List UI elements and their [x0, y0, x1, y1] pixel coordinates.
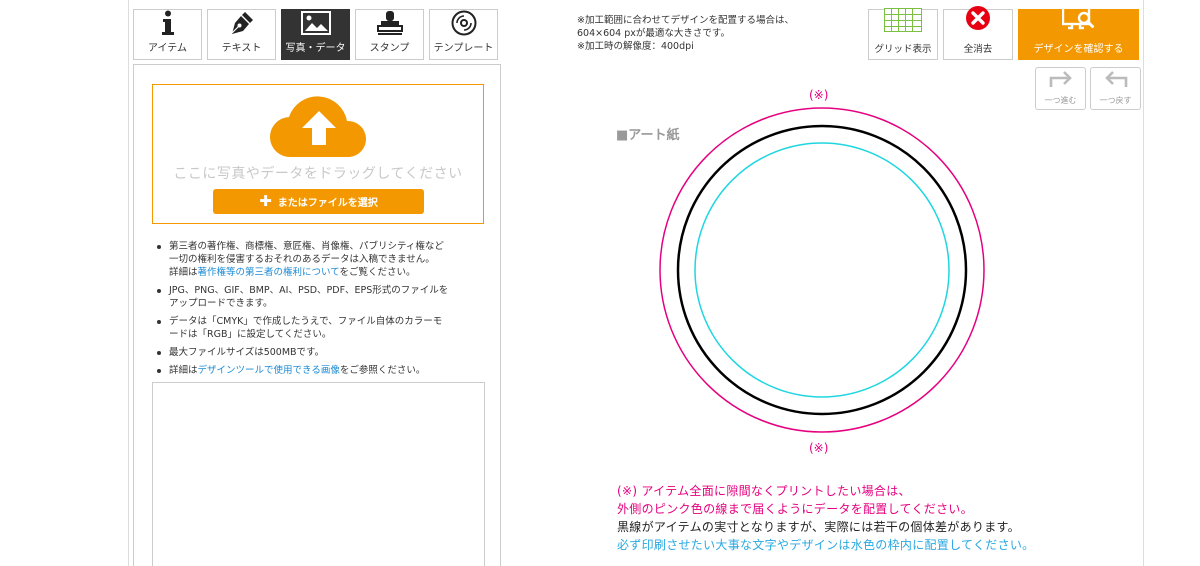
redo-icon — [1048, 68, 1074, 92]
usable-images-link[interactable]: デザインツールで使用できる画像 — [198, 365, 340, 376]
grid-icon — [884, 8, 922, 36]
confirm-design-button[interactable]: デザインを確認する — [1018, 4, 1139, 60]
note-copyright: 第三者の著作権、商標権、意匠権、肖像権、パブリシティ権など 一切の権利を侵害する… — [152, 240, 487, 279]
tab-stamp[interactable]: スタンプ — [355, 9, 424, 60]
upload-panel: ここに写真やデータをドラッグしてください ✚ またはファイルを選択 第三者の著作… — [133, 64, 501, 566]
grid-toggle-button[interactable]: グリッド表示 — [868, 8, 938, 60]
plus-icon: ✚ — [259, 192, 272, 210]
undo-button[interactable]: 一つ戻す — [1090, 67, 1141, 110]
guide-legend: (※) アイテム全面に隙間なくプリントしたい場合は、 外側のピンク色の線まで届く… — [617, 482, 1034, 554]
tab-photo-data-label: 写真・データ — [285, 43, 346, 54]
tab-text[interactable]: テキスト — [207, 9, 276, 60]
legend-safe-area: 必ず印刷させたい大事な文字やデザインは水色の枠内に配置してください。 — [617, 538, 1035, 552]
note-formats: JPG、PNG、GIF、BMP、AI、PSD、PDF、EPS形式のファイルを ア… — [152, 284, 487, 310]
tab-item-label: アイテム — [148, 43, 187, 54]
note-color-mode: データは「CMYK」で作成したうえで、ファイル自体のカラーモ ードは「RGB」に… — [152, 315, 487, 341]
note-text: をご覧ください。 — [339, 267, 416, 278]
cloud-upload-icon — [267, 93, 371, 163]
redo-button[interactable]: 一つ進む — [1035, 67, 1086, 110]
select-file-label: またはファイルを選択 — [277, 198, 378, 209]
bleed-mark-bottom: (※) — [809, 441, 829, 455]
note-text: 一切の権利を侵害するおそれのあるデータは入稿できません。 — [169, 254, 435, 265]
copyright-link[interactable]: 著作権等の第三者の権利について — [198, 267, 340, 278]
info-line: ※加工時の解像度：400dpi — [577, 41, 694, 52]
disc-icon — [451, 10, 477, 36]
note-text: をご参照ください。 — [339, 365, 426, 376]
tab-template-label: テンプレート — [433, 43, 494, 54]
grid-toggle-label: グリッド表示 — [874, 44, 932, 55]
clear-all-label: 全消去 — [963, 44, 993, 55]
note-text: JPG、PNG、GIF、BMP、AI、PSD、PDF、EPS形式のファイルを — [169, 285, 449, 296]
safe-area-circle — [694, 142, 950, 398]
info-icon — [161, 10, 175, 36]
bleed-line-circle — [659, 107, 985, 433]
tab-text-label: テキスト — [221, 43, 262, 54]
note-text: 詳細は — [169, 365, 198, 376]
file-dropzone[interactable]: ここに写真やデータをドラッグしてください ✚ またはファイルを選択 — [152, 84, 484, 224]
note-text: データは「CMYK」で作成したうえで、ファイル自体のカラーモ — [169, 316, 443, 327]
undo-label: 一つ戻す — [1099, 96, 1132, 105]
tab-template[interactable]: テンプレート — [429, 9, 498, 60]
tab-photo-data[interactable]: 写真・データ — [281, 9, 350, 60]
confirm-design-label: デザインを確認する — [1033, 44, 1124, 55]
trim-line-circle — [676, 124, 968, 416]
legend-bleed-line1: (※) アイテム全面に隙間なくプリントしたい場合は、 — [617, 484, 911, 498]
design-canvas[interactable] — [650, 98, 994, 442]
drop-text: ここに写真やデータをドラッグしてください — [173, 166, 463, 182]
undo-icon — [1103, 68, 1129, 92]
note-text: アップロードできます。 — [169, 298, 273, 309]
tool-tabs: アイテム テキスト 写真・データ スタンプ テンプレート — [133, 9, 498, 60]
upload-notes: 第三者の著作権、商標権、意匠権、肖像権、パブリシティ権など 一切の権利を侵害する… — [152, 240, 487, 382]
info-line: ※加工範囲に合わせてデザインを配置する場合は、 — [577, 15, 794, 26]
note-max-size: 最大ファイルサイズは500MBです。 — [152, 346, 487, 359]
preview-monitor-icon — [1061, 4, 1096, 35]
tab-stamp-label: スタンプ — [369, 43, 410, 54]
tab-item[interactable]: アイテム — [133, 9, 202, 60]
info-line: 604×604 pxが最適な大きさです。 — [577, 28, 730, 39]
note-text: 最大ファイルサイズは500MBです。 — [169, 347, 325, 358]
note-text: 詳細は — [169, 267, 198, 278]
image-icon — [300, 10, 331, 36]
note-text: ードは「RGB」に設定してください。 — [169, 329, 332, 340]
stamp-icon — [376, 10, 403, 36]
select-file-button[interactable]: ✚ またはファイルを選択 — [213, 189, 424, 214]
processing-info: ※加工範囲に合わせてデザインを配置する場合は、 604×604 pxが最適な大き… — [577, 14, 794, 53]
note-text: 第三者の著作権、商標権、意匠権、肖像権、パブリシティ権など — [169, 241, 444, 252]
pen-icon — [229, 10, 255, 36]
clear-all-button[interactable]: 全消去 — [943, 6, 1013, 60]
redo-label: 一つ進む — [1044, 96, 1077, 105]
uploaded-files-list[interactable] — [152, 382, 485, 566]
legend-bleed-line2: 外側のピンク色の線まで届くようにデータを配置してください。 — [617, 502, 973, 516]
note-details: 詳細はデザインツールで使用できる画像をご参照ください。 — [152, 364, 487, 377]
close-icon — [965, 5, 991, 35]
legend-trim: 黒線がアイテムの実寸となりますが、実際には若干の個体差があります。 — [617, 520, 1020, 534]
